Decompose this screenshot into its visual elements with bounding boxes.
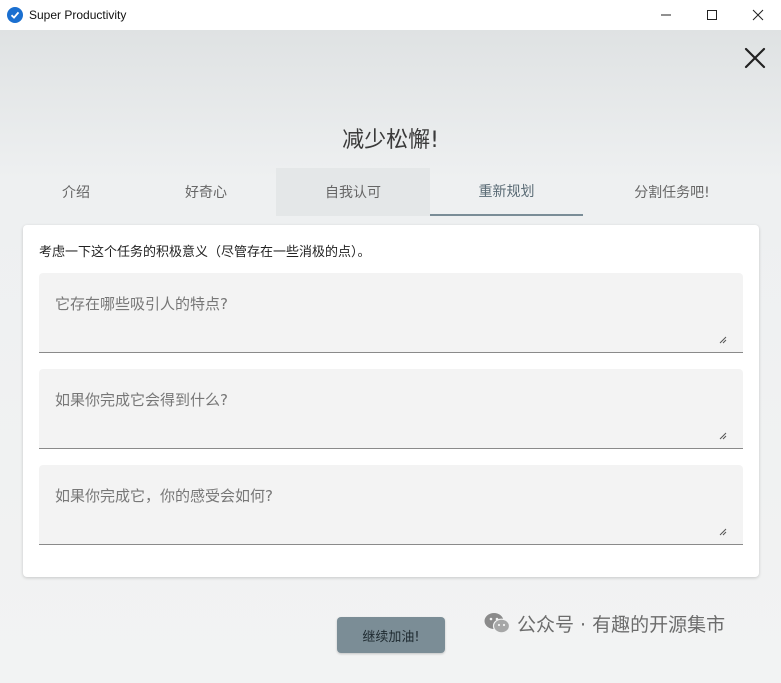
watermark-text: 公众号 · 有趣的开源集市: [517, 613, 726, 636]
instruction-text: 考虑一下这个任务的积极意义（尽管存在一些消极的点）。: [39, 245, 371, 260]
dialog-heading: 减少松懈!: [342, 128, 439, 153]
minimize-icon: [661, 14, 671, 16]
tab-split-task[interactable]: 分割任务吧!: [596, 168, 748, 216]
resize-handle-icon[interactable]: [719, 528, 727, 536]
tab-label: 介绍: [62, 185, 90, 201]
dialog-close-button[interactable]: [741, 44, 769, 72]
tab-label: 自我认可: [325, 185, 381, 201]
close-icon: [744, 47, 766, 69]
watermark: 公众号 · 有趣的开源集市: [483, 608, 725, 638]
tab-curiosity[interactable]: 好奇心: [130, 168, 282, 216]
continue-button[interactable]: 继续加油!: [337, 617, 445, 653]
tab-label: 分割任务吧!: [634, 185, 710, 201]
wechat-icon: [484, 613, 511, 634]
resize-handle-icon[interactable]: [719, 336, 727, 344]
tab-self-acceptance[interactable]: 自我认可: [276, 168, 430, 216]
tab-label: 好奇心: [185, 185, 227, 201]
tab-bar: 介绍 好奇心 自我认可 重新规划 分割任务吧!: [0, 168, 781, 216]
field-placeholder: 如果你完成它，你的感受会如何?: [55, 487, 273, 505]
tab-reframe[interactable]: 重新规划: [430, 168, 583, 216]
field-placeholder: 如果你完成它会得到什么?: [55, 391, 228, 409]
maximize-icon: [707, 10, 717, 20]
reframe-card: 考虑一下这个任务的积极意义（尽管存在一些消极的点）。 它存在哪些吸引人的特点? …: [23, 225, 759, 577]
tab-label: 重新规划: [478, 184, 535, 200]
window-close-button[interactable]: [735, 0, 781, 30]
attractive-features-field[interactable]: 它存在哪些吸引人的特点?: [39, 273, 743, 353]
how-you-feel-field[interactable]: 如果你完成它，你的感受会如何?: [39, 465, 743, 545]
field-placeholder: 它存在哪些吸引人的特点?: [55, 295, 228, 313]
app-logo-icon: [7, 7, 23, 23]
resize-handle-icon[interactable]: [719, 432, 727, 440]
close-icon: [752, 9, 764, 21]
what-you-gain-field[interactable]: 如果你完成它会得到什么?: [39, 369, 743, 449]
procrastination-dialog: 减少松懈! 介绍 好奇心 自我认可 重新规划 分割任务吧! 考虑一下这个任务的积…: [0, 30, 781, 683]
window-title: Super Productivity: [29, 8, 127, 22]
minimize-button[interactable]: [643, 0, 689, 30]
window-titlebar: Super Productivity: [0, 0, 781, 30]
maximize-button[interactable]: [689, 0, 735, 30]
